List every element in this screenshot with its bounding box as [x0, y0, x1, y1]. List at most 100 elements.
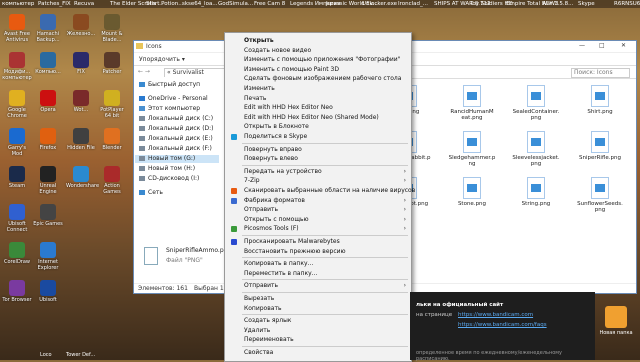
desktop-icon[interactable]: Epic Games: [33, 202, 63, 238]
context-menu-item[interactable]: Копировать: [225, 304, 411, 313]
nav-item[interactable]: Локальный диск (E:): [139, 135, 213, 143]
context-menu-item[interactable]: Изменить: [225, 84, 411, 93]
nav-item[interactable]: OneDrive - Personal: [139, 95, 208, 103]
desktop-icon[interactable]: Hamachi Backup...: [33, 12, 63, 48]
file-item[interactable]: SealedContainer. png: [512, 85, 560, 121]
context-menu-item[interactable]: 7-Zip ›: [225, 176, 411, 185]
desktop-top-label[interactable]: Unlocker.exe: [362, 1, 397, 7]
context-menu-item[interactable]: Печать: [225, 94, 411, 103]
desktop-top-label[interactable]: Ironclad_...: [398, 1, 428, 7]
desktop-icon[interactable]: Железно...: [66, 12, 96, 48]
context-menu-item[interactable]: Отправить ›: [225, 281, 411, 290]
context-menu-item[interactable]: Открыть в Блокноте: [225, 122, 411, 131]
desktop-icon[interactable]: Hidden File: [66, 126, 96, 162]
desktop-icon[interactable]: Patcher: [97, 50, 127, 86]
context-menu-item[interactable]: Удалить: [225, 326, 411, 335]
desktop-top-label[interactable]: GodSimula...: [218, 1, 253, 7]
desktop-icon[interactable]: Blender: [97, 126, 127, 162]
desktop-top-label[interactable]: skse64_loa...: [182, 1, 218, 7]
context-menu-item[interactable]: Сделать фоновым изображением рабочего ст…: [225, 74, 411, 83]
desktop-top-label[interactable]: Patches_FIX: [38, 1, 71, 7]
desktop-icon[interactable]: Компью...: [33, 50, 63, 86]
bandicam-home-link[interactable]: https://www.bandicam.com: [458, 312, 533, 318]
desktop-icon[interactable]: Steam: [2, 164, 32, 200]
context-menu-item[interactable]: Фабрика форматов ›: [225, 196, 411, 205]
file-item[interactable]: SunflowerSeeds. png: [576, 177, 624, 213]
desktop-top-label[interactable]: Start Potion...: [146, 1, 183, 7]
desktop-icon[interactable]: Mount & Blade...: [97, 12, 127, 48]
context-menu-item[interactable]: Копировать в папку...: [225, 259, 411, 268]
file-item[interactable]: Shirt.png: [576, 85, 624, 115]
desktop-top-label[interactable]: Empire Total War 1.5.8...: [506, 1, 573, 7]
nav-item[interactable]: Новый том (G:): [135, 155, 219, 163]
desktop-icon[interactable]: Wondershare: [66, 164, 99, 200]
context-menu-item[interactable]: Изменить с помощью приложения "Фотографи…: [225, 55, 411, 64]
maximize-icon[interactable]: □: [599, 42, 605, 49]
context-menu-item[interactable]: Восстановить прежнюю версию: [225, 247, 411, 256]
nav-item[interactable]: Этот компьютер: [139, 105, 200, 113]
nav-item[interactable]: CD-дисковод (I:): [139, 175, 199, 183]
context-menu-item[interactable]: Передать на устройство ›: [225, 167, 411, 176]
nav-item[interactable]: Локальный диск (C:): [139, 115, 213, 123]
nav-item[interactable]: Сеть: [139, 189, 163, 197]
new-folder-desktop-icon[interactable]: Новая папка: [598, 300, 634, 356]
desktop-top-label[interactable]: R6RNSU64...: [614, 1, 640, 7]
organize-button[interactable]: Упорядочить ▾: [139, 56, 185, 63]
file-item[interactable]: SniperRifle.png: [576, 131, 624, 161]
context-menu-item[interactable]: Создать ярлык: [225, 316, 411, 325]
nav-item[interactable]: Локальный диск (F:): [139, 145, 212, 153]
context-menu-item[interactable]: Edit with HHD Hex Editor Neo (Shared Mod…: [225, 113, 411, 122]
desktop-icon[interactable]: PotPlayer 64 bit: [97, 88, 127, 124]
desktop-icon[interactable]: Action Games: [97, 164, 127, 200]
desktop-icon[interactable]: Avast Free Antivirus: [2, 12, 32, 48]
desktop-icon[interactable]: Ubisoft Connect: [2, 202, 32, 238]
context-menu-item[interactable]: Открыть с помощью ›: [225, 215, 411, 224]
desktop-label-tower[interactable]: Tower Def...: [66, 352, 95, 358]
desktop-icon[interactable]: Opera: [33, 88, 63, 124]
desktop-icon[interactable]: Garry's Mod: [2, 126, 32, 162]
desktop-icon[interactable]: Wot...: [66, 88, 96, 124]
context-menu-item[interactable]: Отправить ›: [225, 205, 411, 214]
context-menu-item[interactable]: Изменить с помощью Paint 3D: [225, 65, 411, 74]
desktop-icon[interactable]: Google Chrome: [2, 88, 32, 124]
file-item[interactable]: Sleevelessjacket. png: [512, 131, 560, 167]
desktop-label-loco[interactable]: Loco: [40, 352, 52, 358]
desktop-icon[interactable]: CorelDraw: [2, 240, 32, 276]
desktop-top-label[interactable]: компьютер: [2, 1, 34, 7]
context-menu-item[interactable]: Повернуть влево: [225, 154, 411, 163]
desktop-top-label[interactable]: Skype: [578, 1, 595, 7]
file-item[interactable]: Stone.png: [448, 177, 496, 207]
context-menu-item[interactable]: Сканировать выбранные области на наличие…: [225, 186, 415, 195]
context-menu-item[interactable]: Edit with HHD Hex Editor Neo: [225, 103, 411, 112]
desktop-top-label[interactable]: Recuva: [74, 1, 94, 7]
desktop-icon[interactable]: Tor Browser: [2, 278, 32, 314]
desktop-icon[interactable]: Firefox: [33, 126, 63, 162]
context-menu-item[interactable]: Создать новое видео: [225, 46, 411, 55]
nav-item[interactable]: Локальный диск (D:): [139, 125, 214, 133]
context-menu-item[interactable]: Переместить в папку...: [225, 269, 411, 278]
desktop-icon[interactable]: Ubisoft: [33, 278, 63, 314]
file-item[interactable]: String.png: [512, 177, 560, 207]
context-menu-item[interactable]: Повернуть вправо: [225, 145, 411, 154]
close-icon[interactable]: ✕: [621, 42, 626, 49]
desktop-icon[interactable]: FIX: [66, 50, 96, 86]
desktop-icon[interactable]: Модифи... компьютер: [2, 50, 32, 86]
back-arrow-icon[interactable]: ← →: [138, 68, 150, 75]
desktop-icon[interactable]: Internet Explorer: [33, 240, 63, 276]
minimize-icon[interactable]: —: [579, 42, 585, 49]
file-item[interactable]: RancidHumanM eat.png: [448, 85, 496, 121]
desktop-icon[interactable]: Unreal Engine: [33, 164, 63, 200]
context-menu-item[interactable]: Открыть: [225, 36, 411, 45]
context-menu-item[interactable]: Поделиться в Skype: [225, 132, 411, 141]
context-menu-item[interactable]: Picosmos Tools (F) ›: [225, 224, 411, 233]
file-item[interactable]: Sledgehammer.p ng: [448, 131, 496, 167]
nav-item[interactable]: Новый том (H:): [139, 165, 195, 173]
desktop-top-label[interactable]: ACW3: [542, 1, 558, 7]
desktop-top-label[interactable]: Free Cam 8: [254, 1, 285, 7]
bandicam-faq-link[interactable]: https://www.bandicam.com/faqs: [458, 322, 547, 328]
context-menu-item[interactable]: Просканировать Malwarebytes: [225, 237, 411, 246]
context-menu-item[interactable]: Переименовать: [225, 335, 411, 344]
context-menu-item[interactable]: Свойства: [225, 348, 411, 357]
nav-item[interactable]: Быстрый доступ: [139, 81, 200, 89]
context-menu-item[interactable]: Вырезать: [225, 294, 411, 303]
